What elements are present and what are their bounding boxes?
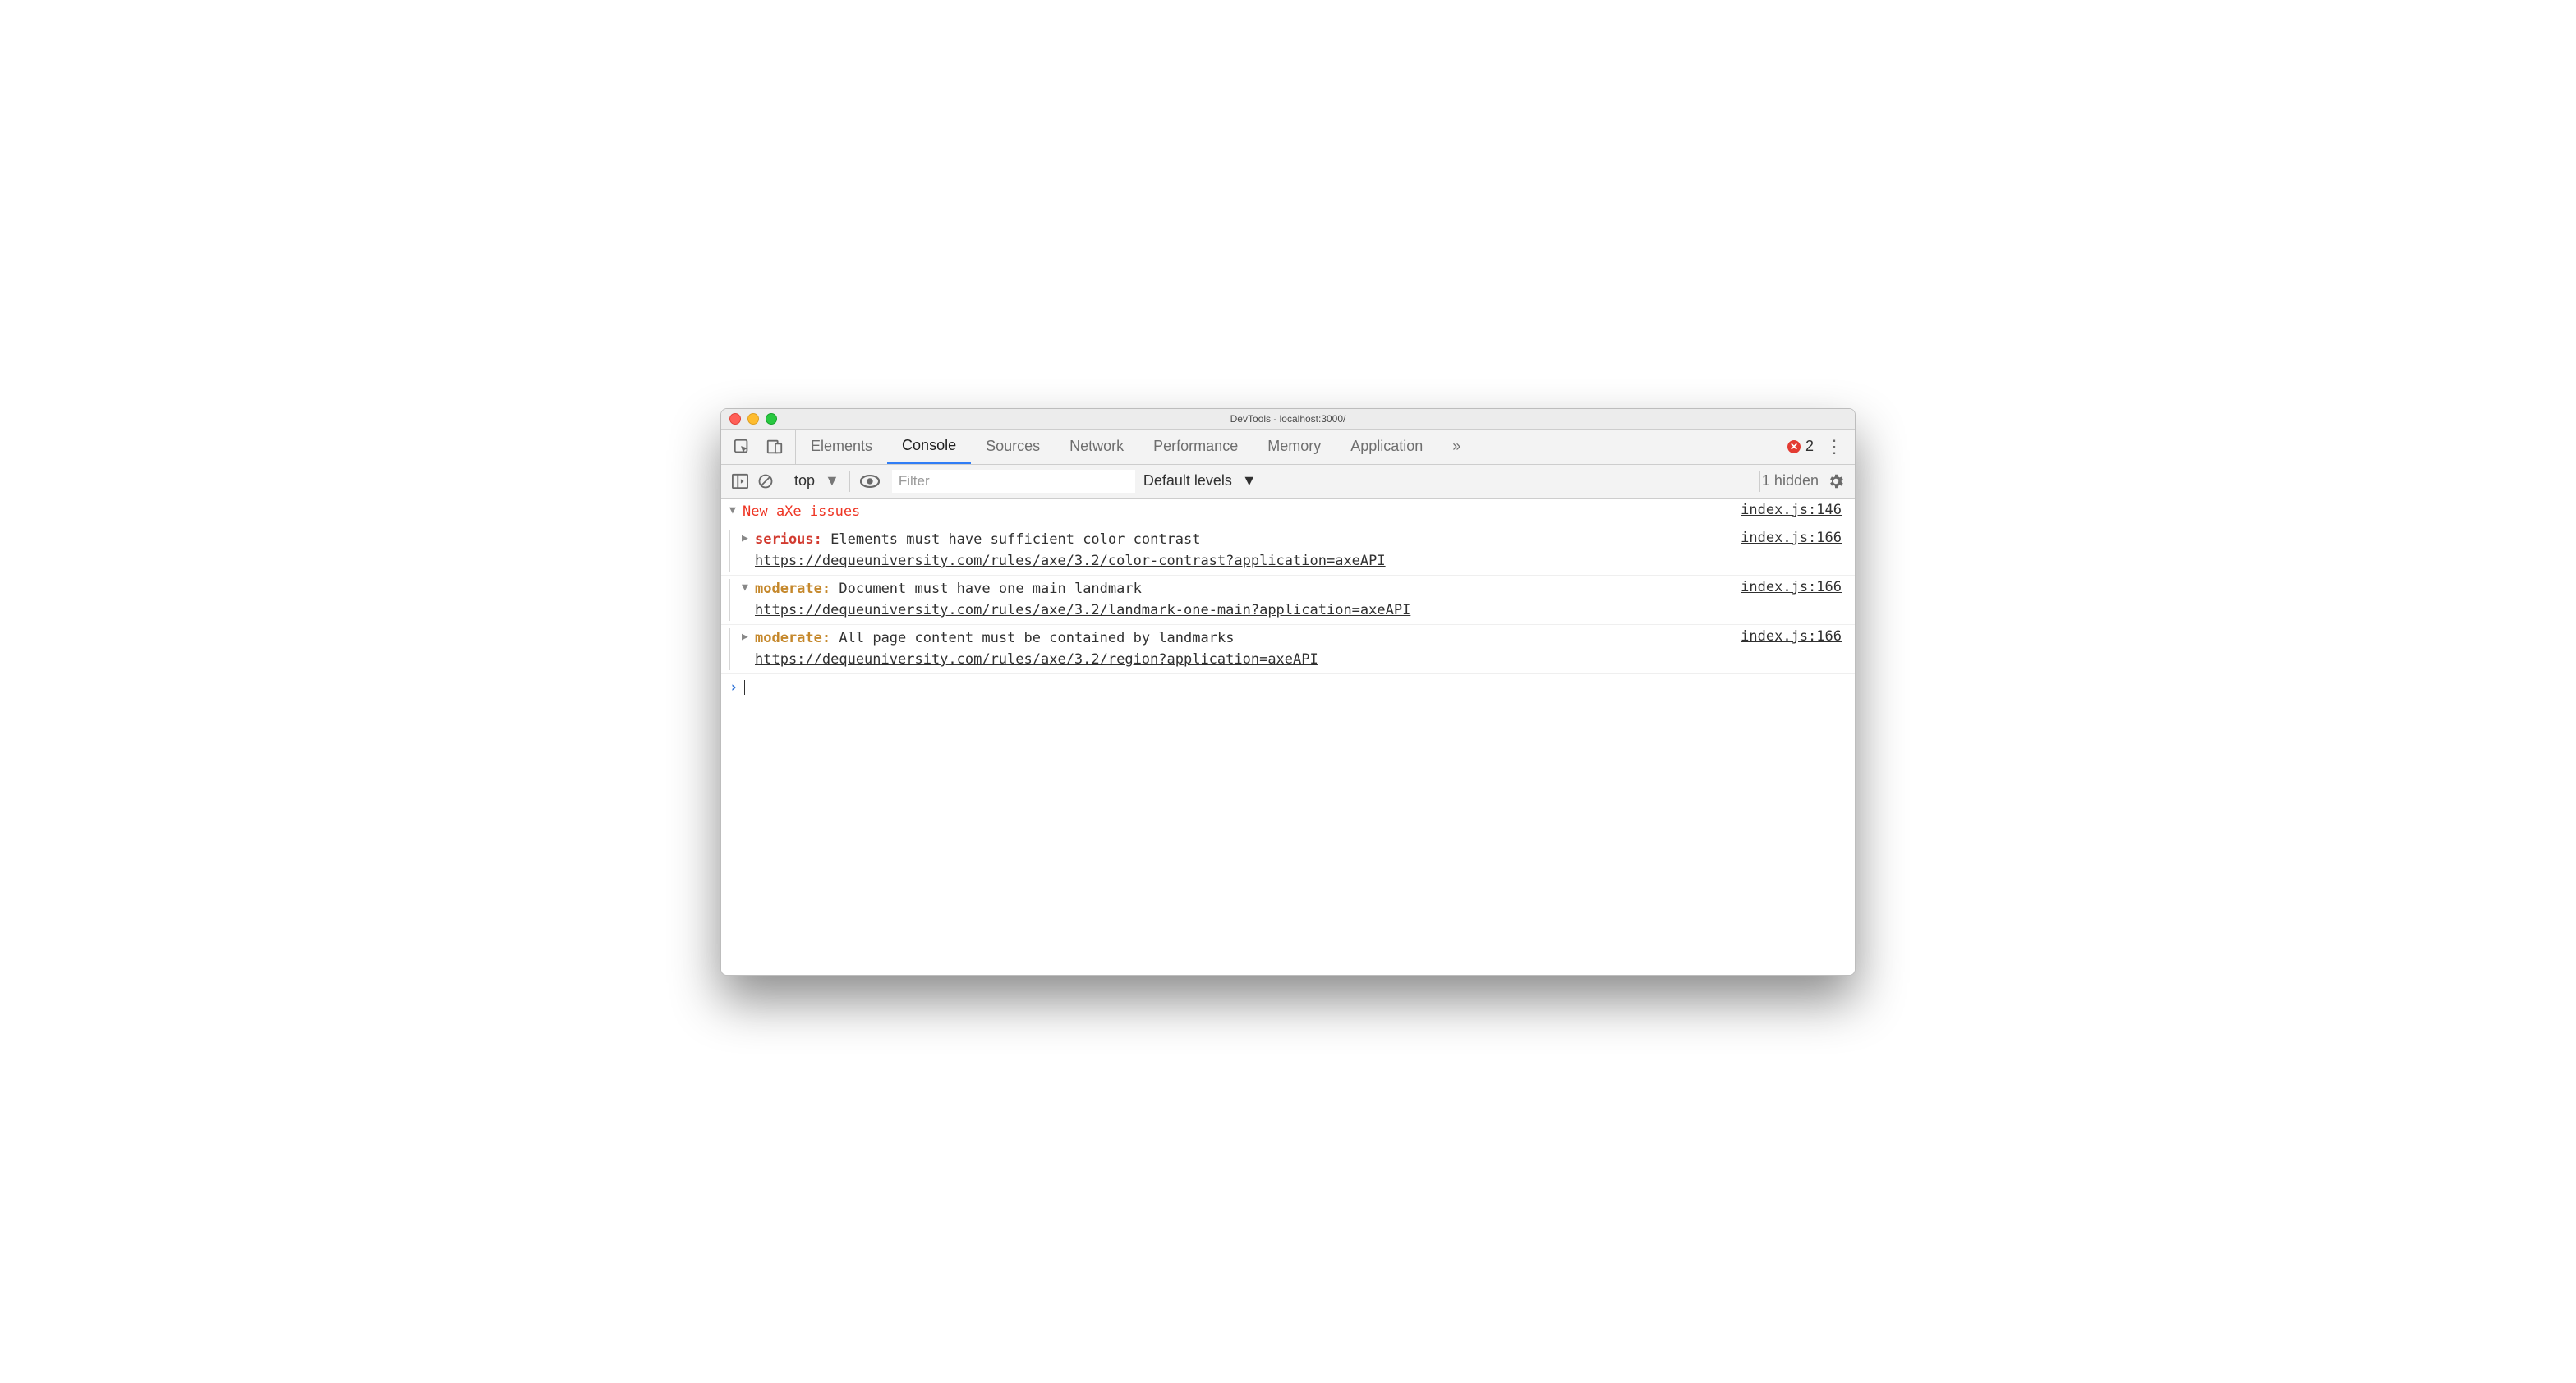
tab-memory[interactable]: Memory xyxy=(1253,430,1336,464)
console-settings-icon[interactable] xyxy=(1827,472,1855,490)
window-titlebar: DevTools - localhost:3000/ xyxy=(721,409,1855,430)
tab-label: Performance xyxy=(1153,438,1238,455)
source-link[interactable]: index.js:166 xyxy=(1741,579,1842,595)
message-text: All page content must be contained by la… xyxy=(839,630,1234,646)
console-prompt[interactable]: › xyxy=(721,674,1855,701)
live-expression-icon[interactable] xyxy=(860,474,880,489)
tab-network[interactable]: Network xyxy=(1055,430,1138,464)
tab-performance[interactable]: Performance xyxy=(1138,430,1253,464)
message-help-link[interactable]: https://dequeuniversity.com/rules/axe/3.… xyxy=(755,651,1318,668)
tree-indent xyxy=(729,530,742,572)
tab-sources[interactable]: Sources xyxy=(971,430,1055,464)
severity-label: moderate: xyxy=(755,581,830,597)
tree-indent xyxy=(729,579,742,621)
inspect-element-icon[interactable] xyxy=(733,438,751,456)
error-count: 2 xyxy=(1806,438,1814,455)
log-level-selector[interactable]: Default levels ▼ xyxy=(1135,472,1265,489)
tab-elements[interactable]: Elements xyxy=(796,430,887,464)
zoom-window-button[interactable] xyxy=(766,413,777,425)
minimize-window-button[interactable] xyxy=(748,413,759,425)
disclosure-triangle-icon[interactable] xyxy=(729,502,743,520)
window-controls xyxy=(721,413,777,425)
message-text: Document must have one main landmark xyxy=(839,581,1141,597)
tab-label: Elements xyxy=(811,438,872,455)
disclosure-triangle-icon[interactable] xyxy=(742,530,755,548)
clear-console-icon[interactable] xyxy=(757,473,774,489)
source-link[interactable]: index.js:166 xyxy=(1741,628,1842,645)
tab-application[interactable]: Application xyxy=(1336,430,1438,464)
severity-label: serious: xyxy=(755,531,822,548)
close-window-button[interactable] xyxy=(729,413,741,425)
console-message[interactable]: serious: Elements must have sufficient c… xyxy=(721,526,1855,576)
console-message[interactable]: moderate: All page content must be conta… xyxy=(721,625,1855,674)
text-caret xyxy=(744,680,745,695)
severity-label: moderate: xyxy=(755,630,830,646)
toggle-sidebar-icon[interactable] xyxy=(731,473,749,489)
tab-label: Sources xyxy=(986,438,1040,455)
console-message[interactable]: moderate: Document must have one main la… xyxy=(721,576,1855,625)
console-group-header[interactable]: New aXe issues index.js:146 xyxy=(721,499,1855,527)
error-icon: ✕ xyxy=(1787,440,1801,453)
window-title: DevTools - localhost:3000/ xyxy=(721,413,1855,425)
group-title: New aXe issues xyxy=(743,503,860,520)
console-output: New aXe issues index.js:146 serious: Ele… xyxy=(721,499,1855,975)
more-tabs-button[interactable]: » xyxy=(1438,430,1475,464)
dropdown-triangle-icon: ▼ xyxy=(1242,472,1257,489)
tab-label: Network xyxy=(1070,438,1124,455)
hidden-messages-label[interactable]: 1 hidden xyxy=(1762,472,1827,489)
settings-menu-button[interactable]: ⋮ xyxy=(1825,438,1843,456)
tab-label: Application xyxy=(1350,438,1423,455)
disclosure-triangle-icon[interactable] xyxy=(742,579,755,597)
dropdown-triangle-icon: ▼ xyxy=(825,472,840,489)
message-help-link[interactable]: https://dequeuniversity.com/rules/axe/3.… xyxy=(755,602,1410,618)
prompt-chevron-icon: › xyxy=(729,679,738,696)
context-label: top xyxy=(794,472,815,489)
panel-tabs: Elements Console Sources Network Perform… xyxy=(796,430,1475,464)
disclosure-triangle-icon[interactable] xyxy=(742,628,755,646)
tab-label: Memory xyxy=(1267,438,1321,455)
error-count-badge[interactable]: ✕ 2 xyxy=(1787,438,1814,455)
source-link[interactable]: index.js:166 xyxy=(1741,530,1842,546)
levels-label: Default levels xyxy=(1143,472,1232,489)
chevron-right-double-icon: » xyxy=(1452,438,1460,455)
message-text: Elements must have sufficient color cont… xyxy=(830,531,1200,548)
device-toolbar-icon[interactable] xyxy=(766,438,784,456)
source-link[interactable]: index.js:146 xyxy=(1741,502,1842,518)
tab-label: Console xyxy=(902,437,956,454)
execution-context-selector[interactable]: top ▼ xyxy=(786,472,848,489)
tree-indent xyxy=(729,628,742,670)
tab-console[interactable]: Console xyxy=(887,430,971,464)
filter-input[interactable] xyxy=(892,470,1135,493)
console-toolbar: top ▼ Default levels ▼ 1 hidden xyxy=(721,465,1855,499)
message-help-link[interactable]: https://dequeuniversity.com/rules/axe/3.… xyxy=(755,553,1386,569)
panel-tab-bar: Elements Console Sources Network Perform… xyxy=(721,430,1855,465)
devtools-window: DevTools - localhost:3000/ Elements Cons… xyxy=(720,408,1856,976)
